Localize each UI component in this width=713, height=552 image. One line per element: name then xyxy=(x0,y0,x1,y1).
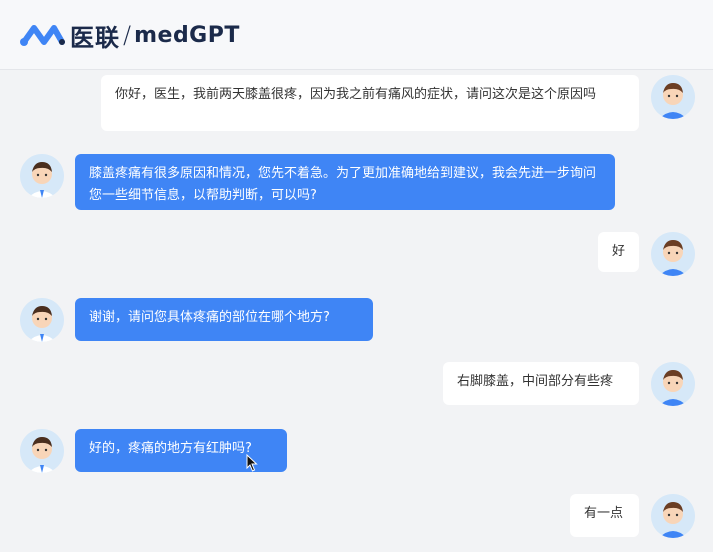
user-message: 有一点 xyxy=(570,494,639,537)
user-message: 好 xyxy=(598,232,639,272)
logo-text-en: medGPT xyxy=(134,22,240,48)
doctor-avatar xyxy=(20,429,64,473)
logo-divider: / xyxy=(123,21,132,49)
patient-avatar-icon xyxy=(651,75,695,119)
logo-text-cn: 医联 xyxy=(70,23,120,52)
user-message: 你好，医生，我前两天膝盖很疼，因为我之前有痛风的症状，请问这次是这个原因吗 xyxy=(101,75,639,131)
message-text: 你好，医生，我前两天膝盖很疼，因为我之前有痛风的症状，请问这次是这个原因吗 xyxy=(115,87,597,102)
user-message: 右脚膝盖，中间部分有些疼 xyxy=(443,362,639,405)
assistant-message: 谢谢，请问您具体疼痛的部位在哪个地方? xyxy=(75,298,373,341)
message-text: 好 xyxy=(612,244,626,259)
doctor-avatar-icon xyxy=(20,429,64,473)
message-text: 谢谢，请问您具体疼痛的部位在哪个地方? xyxy=(89,310,330,325)
medgpt-logo[interactable]: 医联 / medGPT xyxy=(18,20,240,52)
mouse-cursor-icon xyxy=(246,454,258,472)
patient-avatar-icon xyxy=(651,232,695,276)
assistant-message: 膝盖疼痛有很多原因和情况，您先不着急。为了更加准确地给到建议，我会先进一步询问您… xyxy=(75,154,615,210)
doctor-avatar xyxy=(20,154,64,198)
chat-area[interactable]: 你好，医生，我前两天膝盖很疼，因为我之前有痛风的症状，请问这次是这个原因吗 膝盖… xyxy=(0,70,713,552)
patient-avatar-icon xyxy=(651,494,695,538)
doctor-avatar-icon xyxy=(20,298,64,342)
message-text: 右脚膝盖，中间部分有些疼 xyxy=(457,374,614,389)
patient-avatar xyxy=(651,75,695,119)
app-header: 医联 / medGPT xyxy=(0,0,713,70)
patient-avatar-icon xyxy=(651,362,695,406)
patient-avatar xyxy=(651,232,695,276)
patient-avatar xyxy=(651,362,695,406)
message-text: 好的，疼痛的地方有红肿吗? xyxy=(89,441,252,456)
message-text: 有一点 xyxy=(584,506,624,521)
message-text: 膝盖疼痛有很多原因和情况，您先不着急。为了更加准确地给到建议，我会先进一步询问您… xyxy=(89,166,597,203)
logo-mark-icon xyxy=(20,25,65,46)
patient-avatar xyxy=(651,494,695,538)
doctor-avatar-icon xyxy=(20,154,64,198)
doctor-avatar xyxy=(20,298,64,342)
